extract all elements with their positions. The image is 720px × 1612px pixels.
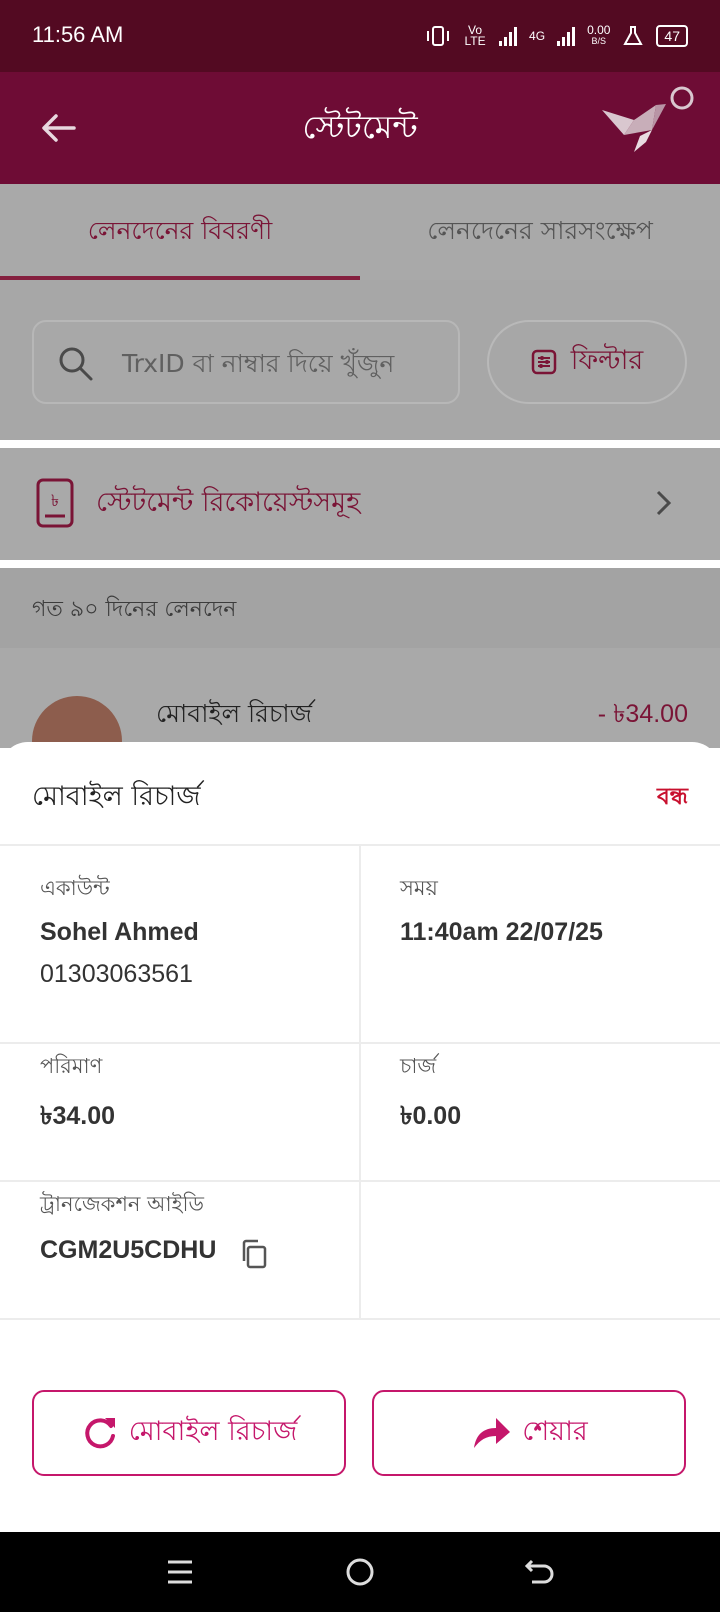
divider [359,846,361,1042]
history-label: গত ৯০ দিনের লেনদেন [32,597,237,622]
transaction-id-label: ট্রানজেকশন আইডি [40,1192,204,1216]
vibrate-icon [427,26,450,46]
tab-transaction-details[interactable]: লেনদেনের বিবরণী [0,184,360,280]
statement-requests-row[interactable]: ৳ স্টেটমেন্ট রিকোয়েস্টসমূহ [0,448,720,560]
share-label: শেয়ার [522,1415,588,1447]
amount-label: পরিমাণ [40,1054,103,1078]
transaction-row[interactable]: মোবাইল রিচার্জ - ৳34.00 [0,648,720,786]
chevron-right-icon [656,490,672,516]
divider [359,1044,361,1180]
mobile-recharge-button[interactable]: মোবাইল রিচার্জ [32,1390,346,1476]
status-time: 11:56 AM [32,22,124,47]
statement-requests-label: স্টেটমেন্ট রিকোয়েস্টসমূহ [96,487,361,518]
document-taka-icon: ৳ [36,478,74,528]
close-button[interactable]: বন্ধ [657,778,688,817]
mobile-recharge-label: মোবাইল রিচার্জ [128,1415,298,1447]
search-placeholder: TrxID বা নাম্বার দিয়ে খুঁজুন [122,349,395,378]
signal-2-icon [557,26,576,46]
filter-label: ফিল্টার [570,344,644,376]
volte-icon: Vo LTE [464,23,486,48]
menu-button[interactable] [158,1550,202,1594]
search-icon [59,347,93,381]
history-header: গত ৯০ দিনের লেনদেন [0,568,720,648]
menu-icon [168,1560,192,1584]
navigation-bar [0,1532,720,1612]
search-area: TrxID বা নাম্বার দিয়ে খুঁজুন ফিল্টার [0,280,720,440]
origami-bird-logo [602,86,694,152]
refresh-icon [85,1418,115,1449]
network-type: 4G [529,29,546,43]
charge-value: ৳0.00 [400,1102,462,1130]
account-number: 01303063561 [40,960,193,988]
battery-icon: 47 [656,25,688,47]
back-nav-icon [524,1559,554,1584]
logo[interactable] [594,80,694,170]
divider [0,1318,720,1320]
signal-icon [499,26,518,46]
amount-value: ৳34.00 [40,1102,116,1130]
time-label: সময় [400,876,438,900]
data-speed: 0.00 B/S [587,23,611,46]
charge-label: চার্জ [400,1054,437,1078]
transaction-id-value: CGM2U5CDHU [40,1236,217,1264]
flask-icon [623,26,644,45]
back-nav-button[interactable] [518,1550,562,1594]
account-label: একাউন্ট [40,876,110,900]
share-button[interactable]: শেয়ার [372,1390,686,1476]
time-value: 11:40am 22/07/25 [400,918,603,946]
status-bar: 11:56 AM Vo LTE 4G 0.00 B/S 47 [0,0,720,72]
divider [359,1182,361,1318]
share-icon [474,1418,511,1448]
transaction-amount: - ৳34.00 [597,700,688,728]
copy-icon[interactable] [240,1239,268,1269]
account-name: Sohel Ahmed [40,918,199,946]
app-bar: স্টেটমেন্ট [0,72,720,184]
search-input[interactable]: TrxID বা নাম্বার দিয়ে খুঁজুন [32,320,460,404]
tab-transaction-summary[interactable]: লেনদেনের সারসংক্ষেপ [360,184,720,280]
home-circle-icon [346,1558,374,1586]
svg-text:৳: ৳ [51,491,59,510]
filter-button[interactable]: ফিল্টার [487,320,687,404]
sheet-title: মোবাইল রিচার্জ [32,781,201,812]
filter-icon [531,349,556,375]
home-button[interactable] [338,1550,382,1594]
transaction-title: মোবাইল রিচার্জ [156,699,313,728]
transaction-detail-sheet: মোবাইল রিচার্জ বন্ধ একাউন্ট Sohel Ahmed … [0,742,720,1532]
tab-bar: লেনদেনের বিবরণী লেনদেনের সারসংক্ষেপ [0,184,720,280]
status-icons: Vo LTE 4G 0.00 B/S 47 [425,20,688,52]
